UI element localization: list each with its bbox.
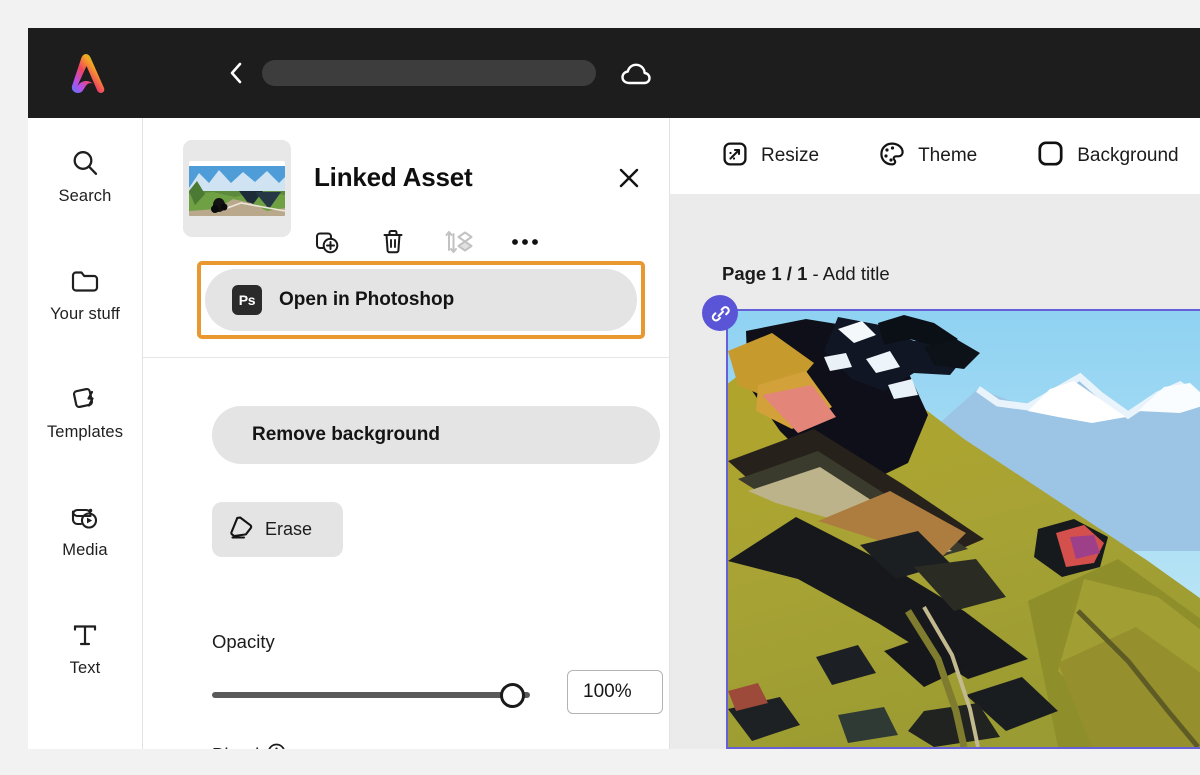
tool-background[interactable]: Background xyxy=(1037,140,1179,172)
tool-theme[interactable]: Theme xyxy=(879,141,977,172)
panel-title: Linked Asset xyxy=(314,162,473,192)
blend-section: Blend xyxy=(212,743,286,749)
close-icon xyxy=(619,168,639,188)
tool-background-label: Background xyxy=(1077,145,1179,166)
contextual-toolbar: Resize Theme Background xyxy=(670,118,1200,194)
tool-resize-label: Resize xyxy=(761,145,820,166)
rounded-square-icon xyxy=(1037,140,1064,172)
document-title-field[interactable] xyxy=(262,60,596,86)
open-in-photoshop-highlight: Ps Open in Photoshop xyxy=(197,261,645,339)
opacity-slider-track xyxy=(212,692,530,698)
search-icon xyxy=(70,144,100,182)
tool-theme-label: Theme xyxy=(918,145,978,166)
adobe-express-logo[interactable] xyxy=(60,48,112,98)
more-options-icon xyxy=(512,239,538,245)
folder-icon xyxy=(69,262,101,300)
linked-asset-badge[interactable] xyxy=(702,295,738,331)
cloud-icon xyxy=(621,63,651,85)
sidebar-item-text[interactable]: Text xyxy=(28,602,142,682)
left-sidebar-rail: Search Your stuff Templates Media Text xyxy=(28,118,143,749)
selected-image-frame[interactable] xyxy=(726,309,1200,749)
media-icon xyxy=(68,498,102,536)
sidebar-label-search: Search xyxy=(58,187,112,205)
link-icon xyxy=(711,305,730,321)
panel-header: Linked Asset Ps Open in Photoshop xyxy=(143,118,669,358)
opacity-value-input[interactable]: 100% xyxy=(567,670,663,714)
page-title-row[interactable]: Page 1 / 1 - Add title xyxy=(722,263,890,285)
blend-label: Blend xyxy=(212,744,259,749)
resize-icon xyxy=(722,141,748,172)
opacity-label: Opacity xyxy=(212,631,275,652)
opacity-slider[interactable] xyxy=(212,678,538,714)
sidebar-item-media[interactable]: Media xyxy=(28,484,142,564)
remove-background-button[interactable]: Remove background xyxy=(212,406,660,464)
erase-button[interactable]: Erase xyxy=(212,502,343,557)
sidebar-label-text: Text xyxy=(69,659,101,677)
sidebar-item-search[interactable]: Search xyxy=(28,130,142,210)
open-in-photoshop-label: Open in Photoshop xyxy=(279,289,455,310)
back-button[interactable] xyxy=(218,56,252,90)
chevron-left-icon xyxy=(230,62,241,84)
add-title-placeholder: Add title xyxy=(822,263,890,284)
photoshop-icon: Ps xyxy=(232,285,262,315)
arrange-layers-icon xyxy=(445,231,473,253)
opacity-value-text: 100% xyxy=(583,681,632,702)
asset-thumbnail[interactable] xyxy=(183,140,291,237)
tool-resize[interactable]: Resize xyxy=(722,141,819,172)
app-window: Search Your stuff Templates Media Text L… xyxy=(28,28,1200,749)
sidebar-item-templates[interactable]: Templates xyxy=(28,366,142,446)
eraser-icon xyxy=(228,514,254,545)
top-navigation-bar xyxy=(28,28,1200,118)
sidebar-label-your-stuff: Your stuff xyxy=(50,305,120,323)
asset-action-row xyxy=(308,223,544,261)
templates-icon xyxy=(69,380,101,418)
more-options-button[interactable] xyxy=(506,223,544,261)
duplicate-asset-button[interactable] xyxy=(308,223,346,261)
close-panel-button[interactable] xyxy=(615,164,643,192)
duplicate-icon xyxy=(316,232,339,254)
text-icon xyxy=(71,616,99,654)
erase-label: Erase xyxy=(265,519,313,539)
canvas-artwork xyxy=(728,311,1200,747)
page-indicator: Page 1 / 1 xyxy=(722,263,808,284)
linked-asset-properties-panel: Linked Asset Ps Open in Photoshop Remove… xyxy=(143,118,670,749)
info-circle-icon[interactable] xyxy=(267,743,286,749)
cloud-sync-button[interactable] xyxy=(616,56,656,92)
open-in-photoshop-button[interactable]: Ps Open in Photoshop xyxy=(205,269,637,331)
palette-icon xyxy=(879,141,905,172)
delete-asset-button[interactable] xyxy=(374,223,412,261)
remove-background-label: Remove background xyxy=(252,424,440,445)
arrange-layers-button[interactable] xyxy=(440,223,478,261)
thumbnail-image xyxy=(189,161,285,216)
trash-icon xyxy=(383,230,403,254)
canvas-area: Resize Theme Background Page 1 / 1 - Add… xyxy=(670,118,1200,749)
page-separator: - xyxy=(807,263,823,284)
sidebar-label-templates: Templates xyxy=(46,423,124,441)
opacity-slider-handle[interactable] xyxy=(500,683,525,708)
sidebar-item-your-stuff[interactable]: Your stuff xyxy=(28,248,142,328)
sidebar-label-media: Media xyxy=(62,541,108,559)
